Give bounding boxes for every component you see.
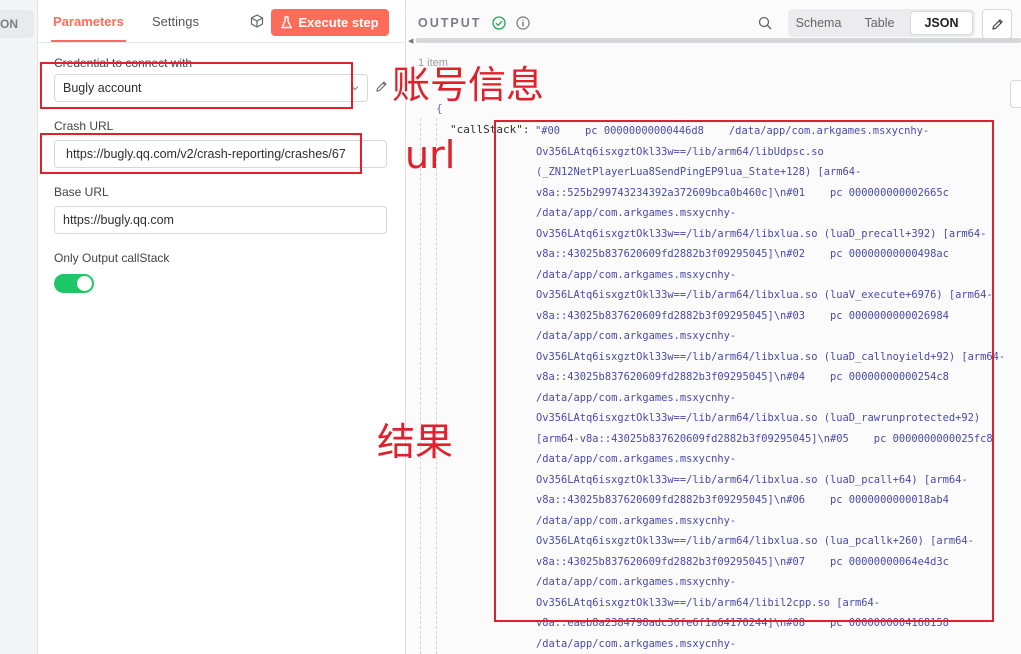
view-json[interactable]: JSON [910,11,973,35]
crash-url-value: https://bugly.qq.com/v2/crash-reporting/… [66,147,346,161]
input-tab-label[interactable]: ON [0,10,34,38]
json-open-brace: { [436,102,443,115]
json-value-line: v8a::43025b837620609fd2882b3f09295045]\n… [536,248,949,260]
view-mode-toggle: Schema Table JSON [788,9,975,37]
json-value-line: Ov356LAtq6isxgztOkl33w==/lib/arm64/libxl… [536,473,968,486]
crash-url-input[interactable]: https://bugly.qq.com/v2/crash-reporting/… [54,140,387,168]
json-value-line: v8a::43025b837620609fd2882b3f09295045]\n… [536,371,949,383]
chevron-down-icon [351,86,359,91]
horizontal-scrollbar[interactable] [416,38,1021,43]
view-schema[interactable]: Schema [788,9,849,37]
json-value-line: Ov356LAtq6isxgztOkl33w==/lib/arm64/libUd… [536,145,824,158]
json-key-callstack: "callStack": [450,123,530,136]
tab-parameters[interactable]: Parameters [51,14,126,42]
panel-tabs: Parameters Settings Execute step [38,0,405,43]
json-value-line: v8a::43025b837620609fd2882b3f09295045]\n… [536,555,949,568]
base-url-value: https://bugly.qq.com [63,213,174,227]
json-value-line: /data/app/com.arkgames.msxycnhy- [536,514,737,527]
json-value-line: Ov356LAtq6isxgztOkl33w==/lib/arm64/libil… [536,596,881,609]
base-url-label: Base URL [54,185,109,199]
json-value-line: Ov356LAtq6isxgztOkl33w==/lib/arm64/libxl… [536,412,981,424]
json-value-line: [arm64-v8a::43025b837620609fd2882b3f0929… [536,432,993,445]
indent-guide [436,118,437,654]
edit-output-button[interactable] [982,9,1012,39]
json-value-callstack: "#00 pc 00000000000446d8 /data/app/com.a… [536,121,1021,654]
left-rail: ON [0,0,38,654]
json-value-line: /data/app/com.arkgames.msxycnhy- [536,207,737,219]
json-value-line: /data/app/com.arkgames.msxycnhy- [536,268,737,281]
item-count: 1 item [418,57,448,69]
json-value-line: /data/app/com.arkgames.msxycnhy- [536,576,737,588]
view-table[interactable]: Table [849,9,910,37]
pencil-icon [991,18,1003,30]
flask-icon [281,16,293,29]
execute-step-button[interactable]: Execute step [271,9,389,36]
json-value-line: /data/app/com.arkgames.msxycnhy- [536,637,737,650]
json-value-line: /data/app/com.arkgames.msxycnhy- [536,391,737,404]
json-value-line: v8a::525b299743234392a372609bca0b460c]\n… [536,186,949,199]
json-value-line: Ov356LAtq6isxgztOkl33w==/lib/arm64/libxl… [536,350,1006,363]
credential-select[interactable]: Bugly account [54,74,368,102]
json-value-line: Ov356LAtq6isxgztOkl33w==/lib/arm64/libxl… [536,289,993,301]
pencil-icon[interactable] [375,80,388,93]
json-value-line: "#00 pc 00000000000446d8 /data/app/com.a… [536,125,930,137]
collapse-panel-button[interactable] [1010,80,1021,108]
json-value-line: /data/app/com.arkgames.msxycnhy- [536,453,737,465]
output-title: OUTPUT [418,16,482,30]
json-value-line: /data/app/com.arkgames.msxycnhy- [536,330,737,342]
toggle-knob [77,276,92,291]
json-value-line: v8a::43025b837620609fd2882b3f09295045]\n… [536,494,949,506]
json-value-line: (_ZN12NetPlayerLua8SendPingEP9lua_State+… [536,166,862,178]
only-callstack-toggle[interactable] [54,274,94,293]
info-icon[interactable] [516,16,530,30]
tab-settings[interactable]: Settings [152,14,199,29]
base-url-input[interactable]: https://bugly.qq.com [54,206,387,234]
credential-label: Credential to connect with [54,56,193,70]
check-circle-icon [492,16,506,30]
search-icon[interactable] [758,16,772,30]
execute-step-label: Execute step [298,15,379,30]
json-value-line: v8a::43025b837620609fd2882b3f09295045]\n… [536,309,949,322]
indent-guide [420,118,421,654]
json-value-line: Ov356LAtq6isxgztOkl33w==/lib/arm64/libxl… [536,535,974,547]
cube-icon[interactable] [250,14,264,28]
crash-url-label: Crash URL [54,119,114,133]
json-value-line: v8a::eaeb8a2384798adc36fe6f1a64170244]\n… [536,617,949,629]
json-value-line: Ov356LAtq6isxgztOkl33w==/lib/arm64/libxl… [536,227,987,240]
credential-value: Bugly account [63,81,142,95]
parameters-panel: Parameters Settings Execute step Credent… [38,0,406,654]
scroll-left-arrow-icon[interactable]: ◀ [408,37,413,45]
only-callstack-label: Only Output callStack [54,251,170,265]
output-panel: OUTPUT Schema Table JSON ◀ 1 item { "cal… [406,0,1021,654]
